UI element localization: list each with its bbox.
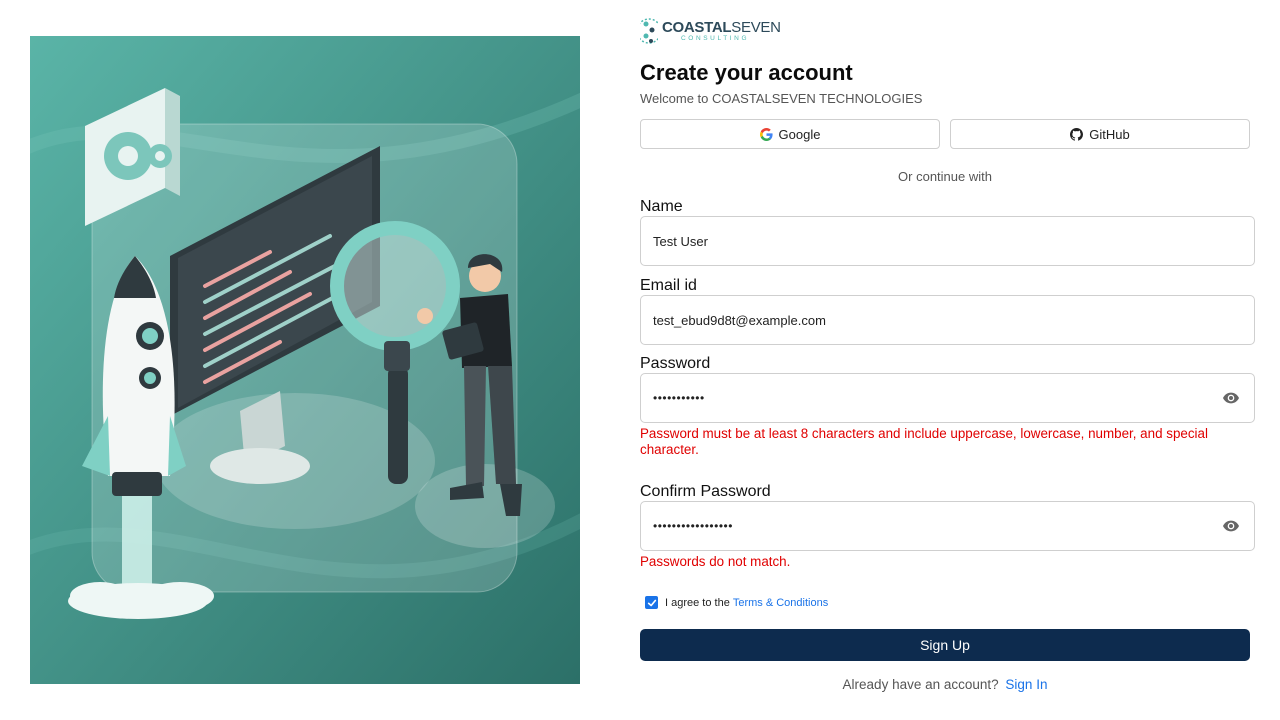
signup-form: COASTALSEVEN CONSULTING Create your acco…: [640, 0, 1255, 720]
hero-illustration: [30, 36, 580, 684]
signin-link[interactable]: Sign In: [1005, 677, 1047, 692]
google-signin-button[interactable]: Google: [640, 119, 940, 149]
brand-name-bold: COASTAL: [662, 18, 732, 36]
email-input-value: test_ebud9d8t@example.com: [653, 312, 826, 328]
signin-prefix-text: Already have an account?: [842, 677, 999, 692]
password-error-message: Password must be at least 8 characters a…: [640, 426, 1208, 457]
terms-conditions-link[interactable]: Terms & Conditions: [733, 597, 828, 609]
page-subtitle: Welcome to COASTALSEVEN TECHNOLOGIES: [640, 91, 923, 106]
checkmark-icon: [647, 599, 656, 606]
google-icon: [759, 127, 773, 141]
name-input[interactable]: Test User: [640, 216, 1255, 266]
signup-button[interactable]: Sign Up: [640, 629, 1250, 661]
email-label: Email id: [640, 277, 697, 294]
github-signin-button[interactable]: GitHub: [950, 119, 1250, 149]
brand-logo: COASTALSEVEN CONSULTING: [640, 13, 781, 49]
terms-prefix-text: I agree to the: [665, 596, 730, 609]
toggle-password-visibility-eye-icon[interactable]: [1222, 389, 1240, 407]
terms-agreement: I agree to the Terms & Conditions: [645, 596, 828, 609]
confirm-password-label: Confirm Password: [640, 483, 771, 500]
github-icon: [1070, 127, 1084, 141]
name-label: Name: [640, 198, 683, 215]
github-button-label: GitHub: [1089, 126, 1130, 142]
toggle-confirm-password-visibility-eye-icon[interactable]: [1222, 517, 1240, 535]
terms-checkbox[interactable]: [645, 596, 658, 609]
google-button-label: Google: [778, 126, 821, 142]
oauth-divider-text: Or continue with: [898, 169, 992, 184]
password-input[interactable]: •••••••••••: [640, 373, 1255, 423]
brand-name-regular: SEVEN: [731, 18, 781, 36]
developer-rocket-illustration: [30, 36, 580, 684]
email-input[interactable]: test_ebud9d8t@example.com: [640, 295, 1255, 345]
name-input-value: Test User: [653, 233, 708, 249]
page-title: Create your account: [640, 60, 853, 85]
password-label: Password: [640, 355, 711, 372]
confirm-password-input-value: •••••••••••••••••: [653, 519, 733, 533]
password-input-value: •••••••••••: [653, 391, 705, 405]
confirm-password-input[interactable]: •••••••••••••••••: [640, 501, 1255, 551]
signin-prompt: Already have an account? Sign In: [640, 677, 1250, 692]
brand-tagline: CONSULTING: [681, 34, 750, 42]
brand-logo-icon: [640, 18, 658, 44]
confirm-password-error-message: Passwords do not match.: [640, 554, 791, 569]
